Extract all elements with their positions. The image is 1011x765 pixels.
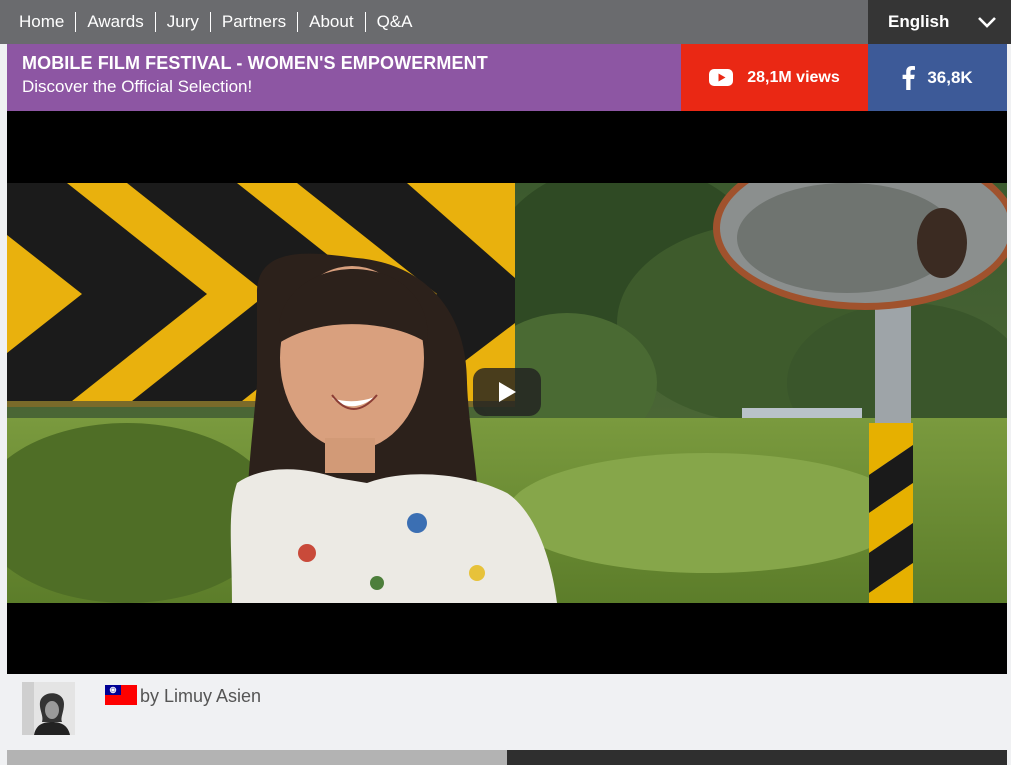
top-navigation: Home Awards Jury Partners About Q&A Engl… (0, 0, 1011, 44)
chevron-down-icon (978, 17, 996, 28)
author-info: by Limuy Asien (7, 674, 1007, 750)
youtube-icon (709, 69, 734, 86)
banner-subtitle: Discover the Official Selection! (22, 77, 253, 96)
play-button[interactable] (473, 368, 541, 416)
facebook-icon (902, 65, 916, 90)
language-selector[interactable]: English (868, 0, 1011, 44)
video-player[interactable] (7, 111, 1007, 674)
bottom-tab-right[interactable] (507, 750, 1007, 765)
nav-link-home[interactable]: Home (8, 12, 75, 32)
author-byline[interactable]: by Limuy Asien (140, 686, 261, 707)
banner-text-block[interactable]: MOBILE FILM FESTIVAL - WOMEN'S EMPOWERME… (7, 44, 681, 111)
facebook-likes-button[interactable]: 36,8K (868, 44, 1007, 111)
nav-link-about[interactable]: About (297, 12, 364, 32)
facebook-likes-count: 36,8K (927, 67, 973, 87)
language-label: English (888, 12, 950, 31)
taiwan-flag-icon (105, 685, 137, 705)
nav-link-partners[interactable]: Partners (209, 12, 297, 32)
nav-link-awards[interactable]: Awards (75, 12, 154, 32)
play-icon (499, 382, 516, 402)
nav-link-qa[interactable]: Q&A (364, 12, 424, 32)
author-avatar[interactable] (22, 682, 75, 735)
banner-title: MOBILE FILM FESTIVAL - WOMEN'S EMPOWERME… (22, 53, 488, 73)
nav-links: Home Awards Jury Partners About Q&A (0, 0, 423, 44)
nav-link-jury[interactable]: Jury (154, 12, 210, 32)
youtube-views-button[interactable]: 28,1M views (681, 44, 868, 111)
bottom-tab-left[interactable] (7, 750, 507, 765)
avatar-image (22, 682, 75, 735)
festival-banner: MOBILE FILM FESTIVAL - WOMEN'S EMPOWERME… (7, 44, 1007, 111)
youtube-views-count: 28,1M views (747, 68, 840, 86)
